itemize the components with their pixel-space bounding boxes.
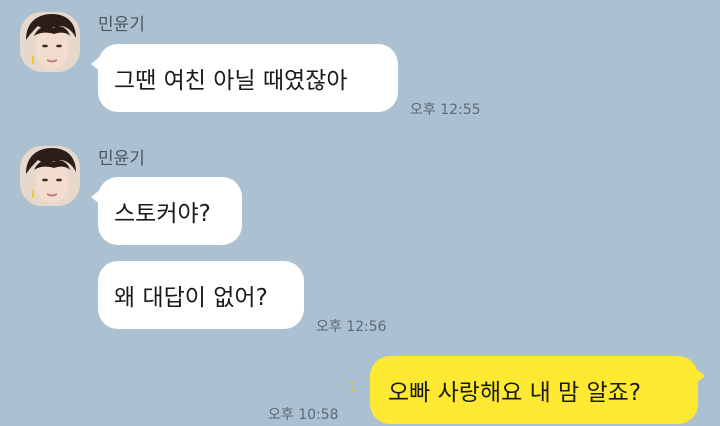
sender-name: 민윤기	[98, 15, 145, 35]
message-time: 오후 12:56	[316, 319, 387, 335]
avatar[interactable]	[20, 12, 80, 72]
message-bubble[interactable]: 왜 대답이 없어?	[98, 261, 304, 329]
message-bubble[interactable]: 오빠 사랑해요 내 맘 알죠?	[370, 356, 705, 424]
message-text: 스토커야?	[114, 201, 211, 227]
profile-photo-icon	[20, 146, 80, 206]
sender-name: 민윤기	[98, 149, 145, 169]
message-text: 왜 대답이 없어?	[114, 285, 268, 311]
message-time: 오후 12:55	[410, 102, 481, 118]
message-time: 오후 10:58	[268, 407, 339, 423]
profile-photo-icon	[20, 12, 80, 72]
message-text: 오빠 사랑해요 내 맘 알죠?	[388, 380, 642, 406]
message-bubble[interactable]: 그땐 여친 아닐 때였잖아	[91, 44, 398, 112]
chat-room: 민윤기 그땐 여친 아닐 때였잖아 오후 12:55 민윤기 스토커야? 왜 대…	[0, 0, 720, 426]
avatar[interactable]	[20, 146, 80, 206]
message-bubble[interactable]: 스토커야?	[91, 177, 242, 245]
unread-count: 1	[349, 381, 358, 396]
message-text: 그땐 여친 아닐 때였잖아	[114, 68, 348, 94]
